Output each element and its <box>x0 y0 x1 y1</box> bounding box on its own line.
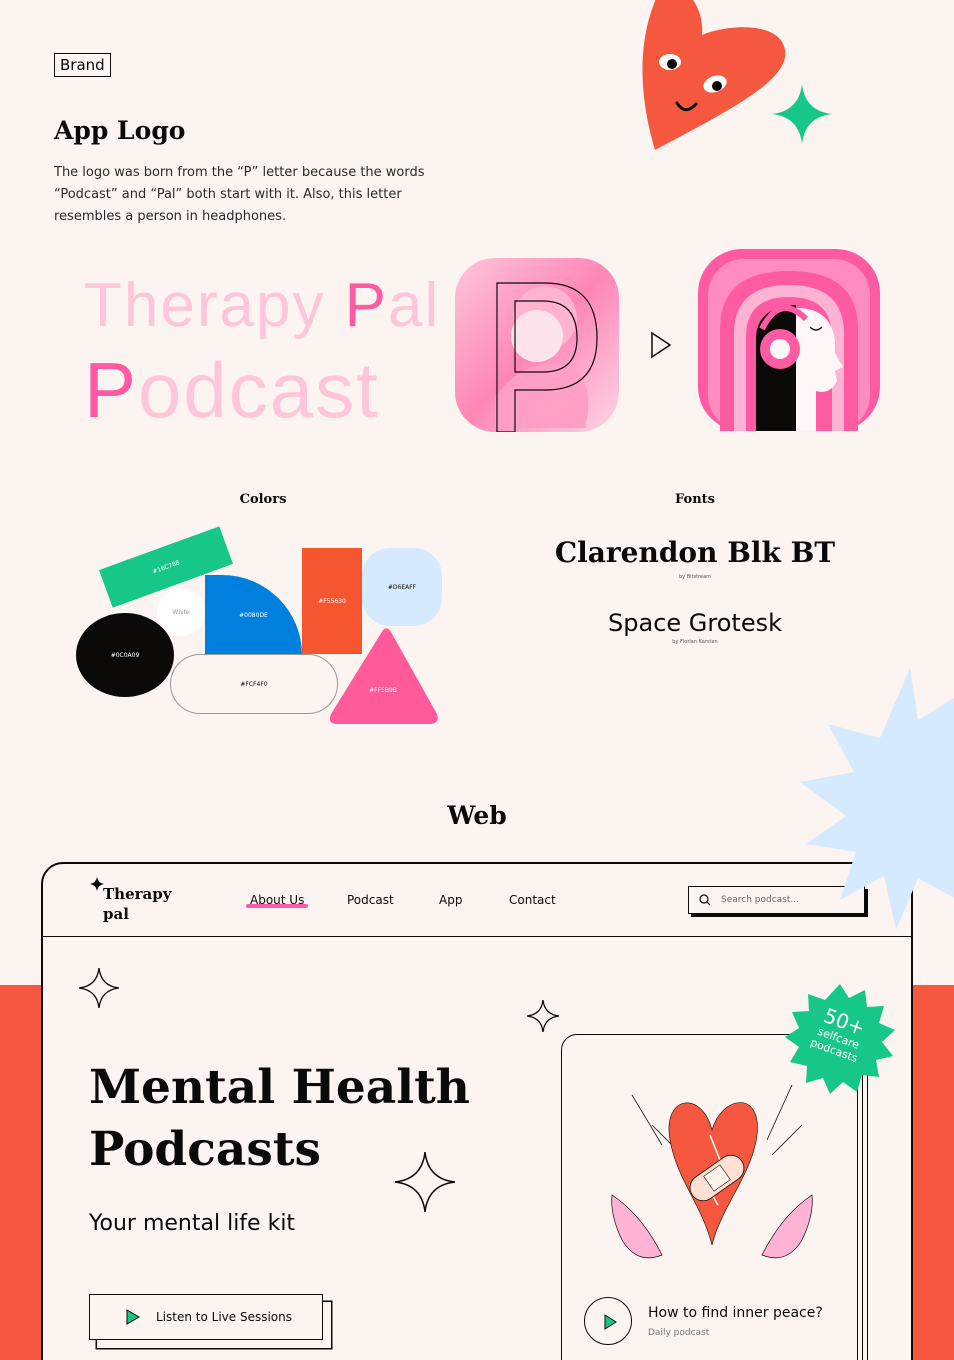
font-sample-clarendon: Clarendon Blk BT <box>554 536 836 569</box>
site-logo[interactable]: Therapy pal <box>103 884 171 924</box>
site-logo-line2: pal <box>103 905 129 923</box>
sparkle-outline-icon <box>79 968 119 1008</box>
card-subtitle: Daily podcast <box>648 1328 710 1338</box>
fonts-label: Fonts <box>675 492 715 507</box>
color-swatch-black: #0C0A09 <box>76 613 174 697</box>
color-swatch-cream: #FCF4F0 <box>170 654 338 714</box>
sparkle-logo-icon <box>90 877 104 891</box>
app-logo-sketch-icon <box>455 258 619 432</box>
font-credit-space-grotesk: by Florian Karsten <box>672 639 718 645</box>
cta-label: Listen to Live Sessions <box>156 1310 292 1324</box>
nav-link-podcast[interactable]: Podcast <box>347 893 394 907</box>
hero-subtitle: Your mental life kit <box>89 1211 296 1236</box>
section-title-app-logo: App Logo <box>54 116 186 145</box>
search-icon <box>699 894 711 906</box>
color-swatch-light-blue: #D6EAFF <box>362 548 442 626</box>
blue-starburst-decoration <box>800 668 954 930</box>
site-logo-line1: Therapy <box>103 885 172 903</box>
color-swatch-pink-label: #FF5B9B <box>369 686 397 694</box>
selfcare-podcasts-badge: 50+ selfcare podcasts <box>783 982 897 1096</box>
wordmark-line2: Podcast <box>84 346 380 434</box>
search-placeholder: Search podcast... <box>721 895 799 905</box>
brand-tag: Brand <box>54 53 111 77</box>
sparkle-icon <box>772 84 832 144</box>
card-title: How to find inner peace? <box>648 1305 823 1321</box>
color-swatch-pink-triangle <box>329 628 438 724</box>
play-icon <box>126 1309 140 1325</box>
card-play-button[interactable] <box>584 1297 632 1345</box>
hero-title: Mental Health Podcasts <box>89 1057 470 1181</box>
nav-link-about-us[interactable]: About Us <box>250 893 304 907</box>
arrow-right-icon <box>651 331 672 359</box>
color-swatch-blue: #0080DE <box>205 575 302 655</box>
app-logo-final-icon <box>698 249 880 431</box>
nav-link-app[interactable]: App <box>439 893 462 907</box>
wordmark-line1: Therapy Pal <box>84 271 441 340</box>
listen-live-sessions-button[interactable]: Listen to Live Sessions <box>89 1294 323 1340</box>
nav-link-contact[interactable]: Contact <box>509 893 556 907</box>
colors-label: Colors <box>239 492 287 507</box>
font-credit-clarendon: by Bitstream <box>678 574 712 580</box>
hero-title-line2: Podcasts <box>89 1122 321 1177</box>
app-logo-description: The logo was born from the “P” letter be… <box>54 165 425 224</box>
hero-title-line1: Mental Health <box>89 1060 470 1115</box>
font-sample-space-grotesk: Space Grotesk <box>608 609 782 637</box>
website-mockup-frame: Therapy pal About Us Podcast App Contact … <box>41 862 913 1360</box>
play-icon <box>604 1314 617 1330</box>
sparkle-outline-small-icon <box>527 1000 559 1032</box>
site-navbar: Therapy pal About Us Podcast App Contact … <box>43 864 911 937</box>
